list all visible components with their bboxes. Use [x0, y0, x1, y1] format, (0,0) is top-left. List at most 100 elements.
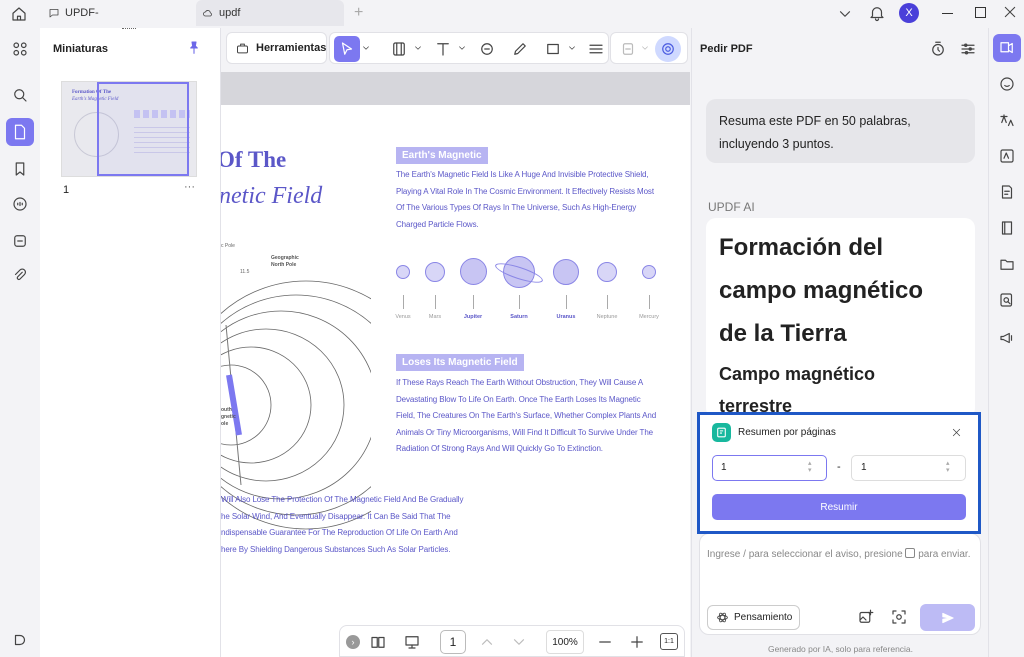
edit-doc-icon[interactable] — [993, 178, 1021, 206]
actual-size-button[interactable]: 1:1 — [660, 633, 678, 650]
enter-key-icon — [905, 548, 916, 558]
geo-label: North Pole — [271, 262, 297, 268]
summarize-button[interactable]: Resumir — [712, 494, 966, 520]
planet-label: Uranus — [556, 314, 576, 320]
pdf-page: Of The netic Field Earth's Magnetic The … — [221, 105, 690, 657]
chevron-down-icon[interactable] — [640, 43, 650, 53]
thumb-page-number: 1 — [63, 184, 70, 196]
close-icon[interactable] — [1002, 4, 1018, 20]
pages-icon[interactable] — [6, 118, 34, 146]
planets-row: Venus Mars Jupiter Saturn Uranus Neptune… — [395, 255, 666, 325]
translate-icon[interactable] — [993, 107, 1021, 135]
popup-title: Resumen por páginas — [738, 427, 836, 438]
visible-area-frame[interactable] — [97, 82, 189, 176]
planet-label: Jupiter — [463, 314, 483, 320]
tools-label: Herramientas — [256, 42, 327, 54]
section-header: Loses Its Magnetic Field — [396, 354, 524, 371]
thinking-toggle[interactable]: Pensamiento — [707, 605, 800, 630]
planet-uranus — [553, 259, 579, 285]
search-doc-icon[interactable] — [993, 286, 1021, 314]
bookmark-icon[interactable] — [6, 155, 34, 183]
pin-icon[interactable] — [186, 40, 202, 56]
page-thumbnail[interactable]: Formation Of The Earth's Magnetic Field — [61, 81, 197, 177]
layers-icon[interactable] — [6, 626, 34, 654]
collapse-icon[interactable]: › — [346, 635, 360, 649]
panel-title: Miniaturas — [53, 43, 109, 55]
minimize-icon[interactable] — [942, 13, 953, 14]
chevron-down-icon[interactable] — [457, 43, 467, 53]
thumb-more-button[interactable]: ··· — [184, 181, 195, 193]
comment-icon[interactable] — [6, 190, 34, 218]
chevron-down-icon[interactable] — [413, 43, 423, 53]
emoji-icon[interactable] — [993, 70, 1021, 98]
bell-icon[interactable] — [868, 4, 886, 22]
ruler-icon[interactable] — [583, 36, 609, 62]
rectangle-icon[interactable] — [540, 36, 566, 62]
select-cursor-icon[interactable] — [334, 36, 360, 62]
page-number-input[interactable]: 1 — [440, 630, 466, 654]
screenshot-icon[interactable] — [889, 607, 909, 627]
grid-icon[interactable] — [6, 35, 34, 63]
stamp-tool-icon[interactable] — [615, 36, 641, 62]
settings-sliders-icon[interactable] — [958, 39, 978, 59]
chevron-down-icon[interactable] — [361, 43, 371, 53]
right-rail — [988, 28, 1024, 657]
planet-venus — [396, 265, 410, 279]
panel-title: Pedir PDF — [700, 43, 753, 55]
pen-icon[interactable] — [507, 36, 533, 62]
range-to-stepper[interactable]: ▴ ▾ — [946, 460, 950, 474]
section-header: Earth's Magnetic — [396, 147, 488, 164]
ai-chat-icon[interactable] — [993, 34, 1021, 62]
planet-neptune — [597, 262, 617, 282]
section-body: If These Rays Reach The Earth Without Ob… — [396, 378, 657, 453]
chevron-up-icon[interactable] — [478, 633, 496, 651]
maximize-icon[interactable] — [975, 7, 986, 18]
zoom-out-icon[interactable] — [596, 633, 614, 651]
planet-mercury — [642, 265, 656, 279]
reading-mode-icon[interactable] — [368, 632, 388, 652]
response-heading-2: Campo magnético terrestre — [719, 364, 876, 416]
planet-label: Mars — [428, 314, 442, 320]
cloud-icon — [202, 7, 214, 19]
tab-updf[interactable]: updf — [196, 0, 344, 26]
megaphone-icon[interactable] — [993, 324, 1021, 352]
home-icon[interactable] — [10, 5, 28, 23]
avatar[interactable]: X — [899, 3, 919, 23]
zoom-in-icon[interactable] — [628, 633, 646, 651]
chat-input-area[interactable]: Ingrese / para seleccionar el aviso, pre… — [699, 533, 981, 635]
user-message: Resuma este PDF en 50 palabras, incluyen… — [706, 99, 975, 163]
planet-label: Neptune — [596, 314, 618, 320]
ai-assistant-icon[interactable] — [655, 36, 681, 62]
range-from-stepper[interactable]: ▴ ▾ — [808, 460, 812, 474]
textbox-icon[interactable] — [386, 36, 412, 62]
attachment-icon[interactable] — [6, 262, 34, 290]
search-icon[interactable] — [6, 81, 34, 109]
zoom-level[interactable]: 100% — [546, 630, 584, 654]
folder-icon[interactable] — [993, 250, 1021, 278]
history-icon[interactable] — [928, 39, 948, 59]
chevron-down-icon[interactable] — [836, 5, 854, 23]
send-button[interactable] — [920, 604, 975, 631]
section-body: The Earth's Magnetic Field Is Like A Hug… — [396, 170, 654, 229]
tab-updf-dash[interactable]: UPDF- — [42, 0, 105, 26]
new-tab-button[interactable]: + — [354, 4, 363, 22]
drag-handle[interactable] — [122, 28, 136, 32]
chevron-down-icon[interactable] — [567, 43, 577, 53]
close-icon[interactable] — [949, 425, 963, 439]
stamp-icon[interactable] — [6, 227, 34, 255]
summary-icon — [712, 423, 731, 442]
tools-button[interactable]: Herramientas — [226, 32, 327, 64]
geo-label: Geographic — [271, 255, 299, 261]
planet-jupiter — [460, 258, 487, 285]
assistant-name: UPDF AI — [708, 200, 755, 214]
text-icon[interactable] — [430, 36, 456, 62]
toolbox-icon — [235, 41, 250, 56]
comment-bubble-icon[interactable] — [474, 36, 500, 62]
title-bar: UPDF- updf + X — [0, 0, 1024, 28]
add-image-icon[interactable] — [856, 607, 876, 627]
ocr-icon[interactable] — [993, 142, 1021, 170]
chevron-down-icon[interactable] — [510, 633, 528, 651]
ai-disclaimer: Generado por IA, solo para referencia. — [767, 644, 914, 654]
presentation-icon[interactable] — [402, 632, 422, 652]
book-icon[interactable] — [993, 214, 1021, 242]
